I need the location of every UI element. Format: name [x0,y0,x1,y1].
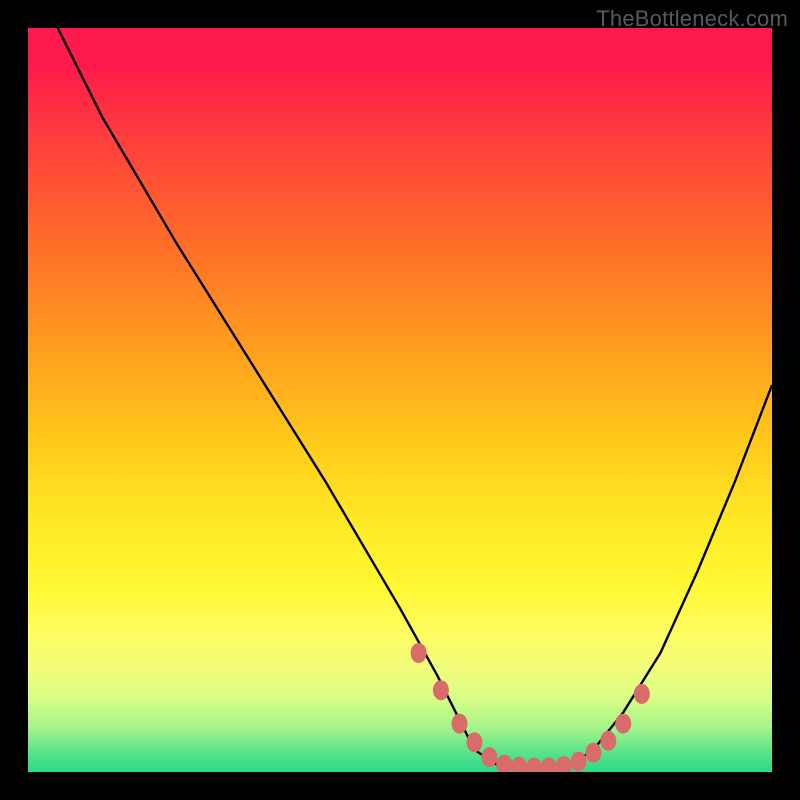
chart-marker-dot [585,743,601,763]
chart-marker-dot [615,714,631,734]
chart-marker-dot [571,752,587,772]
watermark-text: TheBottleneck.com [596,6,788,32]
chart-marker-dot [634,684,650,704]
chart-marker-dot [541,758,557,773]
chart-marker-dot [452,714,468,734]
chart-svg-layer [28,28,772,772]
chart-marker-dot [411,643,427,663]
chart-marker-dot [556,756,572,772]
chart-marker-dot [496,755,512,772]
chart-marker-dot [511,757,527,772]
chart-marker-group [411,643,650,772]
chart-marker-dot [600,731,616,751]
chart-marker-dot [481,747,497,767]
chart-marker-dot [526,758,542,773]
chart-marker-dot [466,732,482,752]
chart-plot-area [28,28,772,772]
chart-marker-dot [433,680,449,700]
